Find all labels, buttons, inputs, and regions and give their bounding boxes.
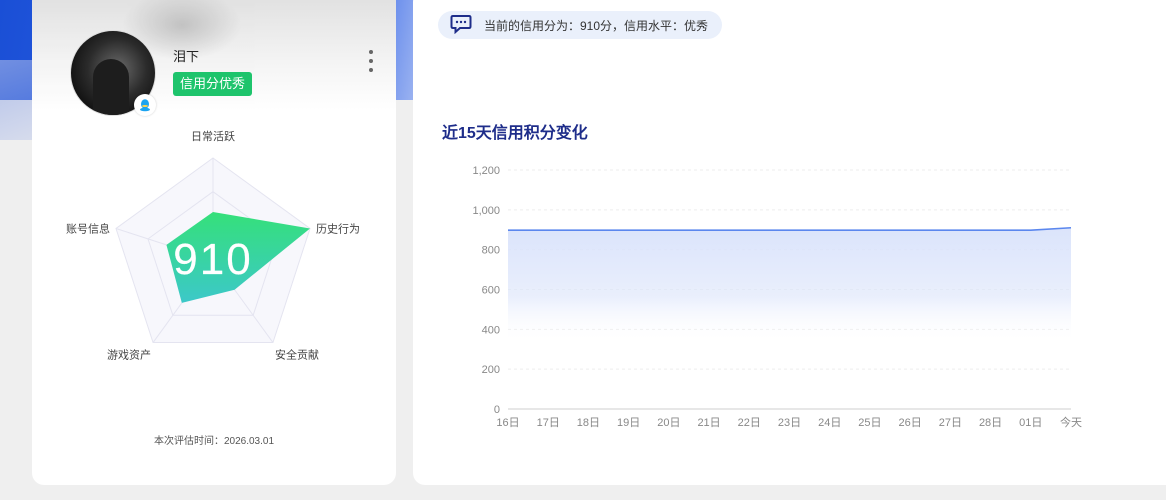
data-point bbox=[949, 229, 951, 231]
x-tick-label: 01日 bbox=[1019, 417, 1042, 429]
radar-axis-label: 日常活跃 bbox=[191, 129, 235, 143]
evaluation-time: 本次评估时间：2026.03.01 bbox=[153, 436, 275, 447]
x-tick-label: 18日 bbox=[577, 417, 600, 429]
credit-trend-chart: 0 200 400 600 800 1,000 1,200 16日 17日 18日 19日 20日 21… bbox=[472, 165, 1082, 429]
profile-card: 泪下 信用分优秀 910 日常活跃 历史行为 安全贡献 游戏资产 账号信息 本次评估时间：… bbox=[32, 0, 396, 485]
radar-axis-label: 游戏资产 bbox=[107, 348, 151, 362]
credit-score-value: 910 bbox=[173, 235, 252, 284]
x-tick-label: 17日 bbox=[537, 417, 560, 429]
x-tick-label: 16日 bbox=[496, 417, 519, 429]
x-tick-label: 23日 bbox=[778, 417, 801, 429]
y-tick-label: 200 bbox=[482, 364, 500, 376]
data-point bbox=[1070, 227, 1072, 229]
x-tick-label: 21日 bbox=[697, 417, 720, 429]
x-tick-label: 22日 bbox=[738, 417, 761, 429]
data-point bbox=[587, 229, 589, 231]
radar-axis-label: 安全贡献 bbox=[275, 348, 319, 362]
credit-trend-card: 当前的信用分为：910分，信用水平：优秀 近15天信用积分变化 0 200 400 6… bbox=[413, 0, 1166, 485]
y-tick-label: 600 bbox=[482, 285, 500, 297]
data-point bbox=[909, 229, 911, 231]
x-tick-label: 26日 bbox=[899, 417, 922, 429]
data-point bbox=[1030, 229, 1032, 231]
data-point bbox=[668, 229, 670, 231]
y-tick-label: 1,000 bbox=[472, 205, 500, 217]
data-point bbox=[829, 229, 831, 231]
x-tick-label: 28日 bbox=[979, 417, 1002, 429]
x-tick-label: 27日 bbox=[939, 417, 962, 429]
x-tick-label: 19日 bbox=[617, 417, 640, 429]
data-point bbox=[869, 229, 871, 231]
x-tick-label: 25日 bbox=[858, 417, 881, 429]
credit-radar-chart: 910 日常活跃历史行为安全贡献 游戏资产 账号信息 bbox=[66, 129, 360, 362]
data-point bbox=[990, 229, 992, 231]
y-tick-label: 400 bbox=[482, 324, 500, 336]
x-tick-label: 24日 bbox=[818, 417, 841, 429]
y-tick-label: 800 bbox=[482, 245, 500, 257]
data-point bbox=[507, 229, 509, 231]
series-area bbox=[508, 227, 1071, 344]
y-tick-label: 1,200 bbox=[472, 165, 500, 177]
data-point bbox=[547, 229, 549, 231]
data-point bbox=[628, 229, 630, 231]
data-point bbox=[748, 229, 750, 231]
x-tick-label: 20日 bbox=[657, 417, 680, 429]
radar-axis-label: 账号信息 bbox=[66, 221, 110, 235]
data-point bbox=[708, 229, 710, 231]
data-point bbox=[789, 229, 791, 231]
y-tick-label: 0 bbox=[494, 404, 500, 416]
x-tick-label: 今天 bbox=[1060, 415, 1082, 429]
radar-axis-label: 历史行为 bbox=[316, 222, 360, 235]
